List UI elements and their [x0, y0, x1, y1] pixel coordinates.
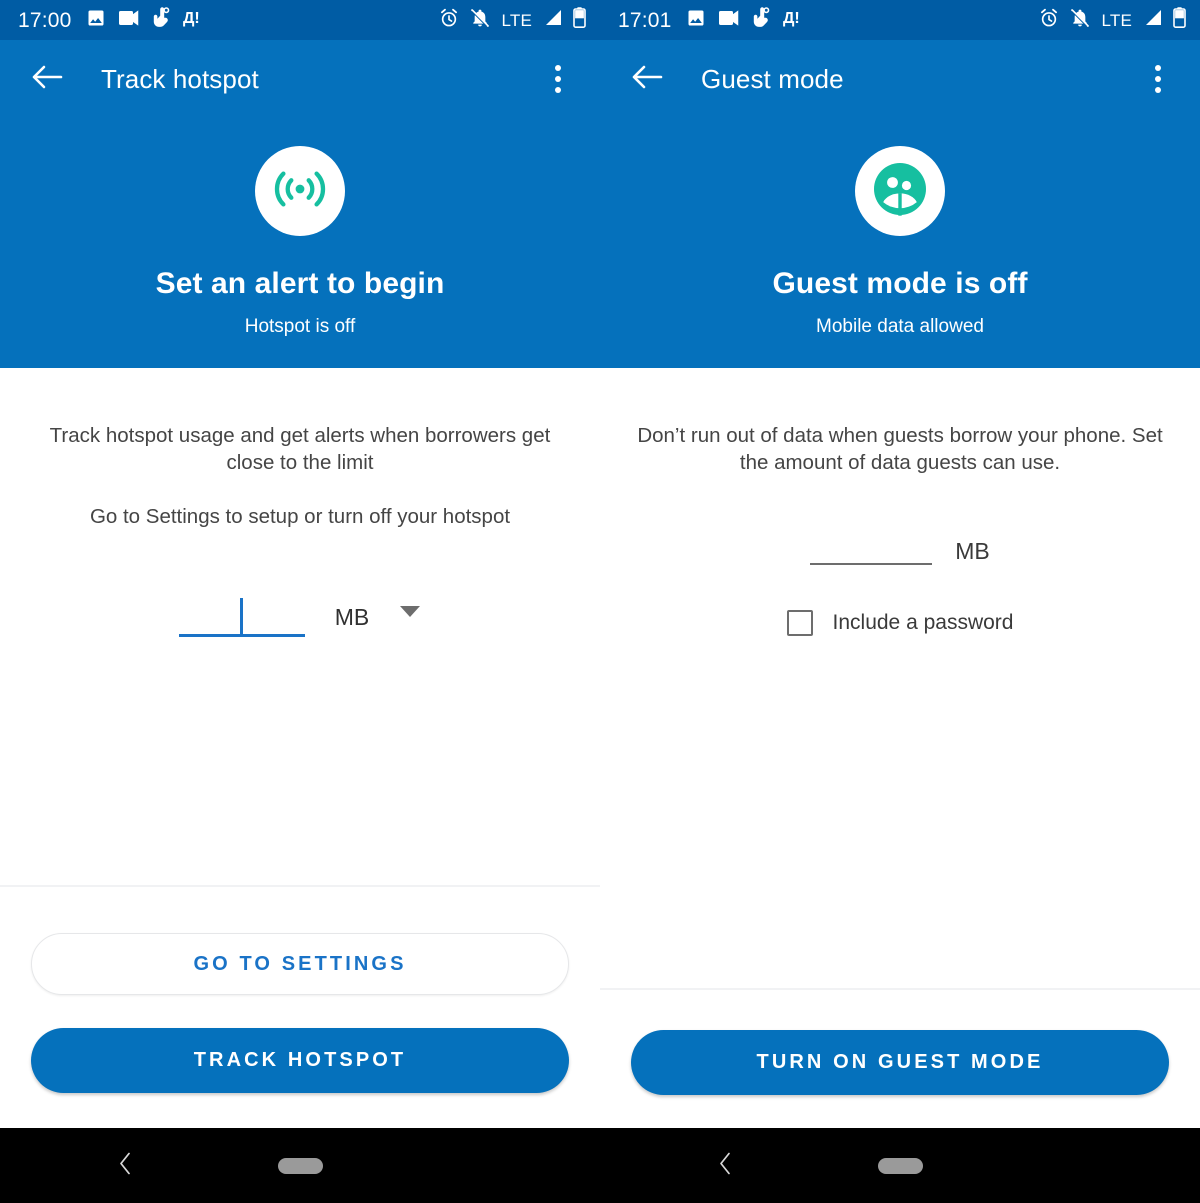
overflow-menu-button[interactable] — [538, 56, 578, 102]
status-right-icons: LTE — [439, 7, 586, 33]
network-type-label: LTE — [501, 10, 532, 30]
include-password-label: Include a password — [832, 611, 1014, 635]
description-secondary: Go to Settings to setup or turn off your… — [89, 504, 511, 528]
status-right-icons: LTE — [1039, 7, 1186, 33]
turn-on-guest-mode-button[interactable]: TURN ON GUEST MODE — [631, 1030, 1169, 1095]
cyrillic-d-alert-icon: Д! — [183, 8, 203, 33]
unit-dropdown-button[interactable] — [399, 605, 421, 637]
status-bar-left: 17:00 Д! LTE — [0, 0, 600, 40]
battery-icon — [1173, 7, 1186, 33]
unit-label: MB — [334, 604, 370, 631]
track-hotspot-screen: 17:00 Д! LTE Track hotspot Set an alert … — [0, 0, 600, 1128]
status-left-icons: Д! — [686, 7, 803, 33]
content-divider-right — [600, 988, 1200, 990]
system-nav-bar — [0, 1128, 1200, 1203]
nav-home-pill[interactable] — [278, 1157, 323, 1174]
more-vert-icon-dot-1 — [555, 65, 561, 71]
nav-home-pill[interactable] — [878, 1157, 923, 1174]
notifications-off-icon — [470, 8, 490, 33]
alarm-icon — [439, 8, 459, 33]
image-icon — [686, 8, 706, 33]
videocam-icon — [118, 9, 140, 31]
include-password-row[interactable]: Include a password — [626, 609, 1174, 636]
unit-label: MB — [955, 537, 990, 564]
alarm-icon — [1039, 8, 1059, 33]
hero-icon-badge — [255, 146, 345, 236]
status-clock: 17:00 — [18, 8, 72, 32]
text-cursor — [239, 598, 243, 635]
back-button[interactable] — [624, 56, 670, 102]
guest-mode-screen: 17:01 Д! LTE Guest mode Guest mode is of… — [600, 0, 1200, 1128]
cyrillic-d-alert-icon: Д! — [783, 8, 803, 33]
data-limit-row: MB — [26, 593, 574, 638]
nav-back-button[interactable] — [718, 1151, 732, 1180]
system-nav-right — [600, 1128, 1200, 1203]
screenshot-root: 17:00 Д! LTE Track hotspot Set an alert … — [0, 0, 1200, 1203]
status-bar-right: 17:01 Д! LTE — [600, 0, 1200, 40]
data-limit-input[interactable] — [810, 533, 933, 565]
signal-icon — [543, 9, 562, 31]
page-title: Guest mode — [701, 63, 844, 94]
back-button[interactable] — [24, 56, 70, 102]
body-right: Don’t run out of data when guests borrow… — [600, 367, 1200, 636]
hero-subtitle: Mobile data allowed — [816, 316, 984, 337]
more-vert-icon-dot-2 — [1155, 76, 1161, 82]
description-primary: Track hotspot usage and get alerts when … — [49, 423, 551, 474]
include-password-checkbox[interactable] — [786, 609, 813, 636]
nav-back-icon — [718, 1152, 732, 1179]
body-left: Track hotspot usage and get alerts when … — [0, 367, 600, 638]
input-underline — [810, 562, 933, 565]
vibrate-hand-icon — [753, 7, 770, 33]
more-vert-icon-dot-1 — [1155, 65, 1161, 71]
hero-subtitle: Hotspot is off — [244, 316, 356, 337]
nav-back-icon — [118, 1152, 132, 1179]
svg-text:Д!: Д! — [783, 10, 800, 27]
more-vert-icon-dot-2 — [555, 76, 561, 82]
hero-title: Guest mode is off — [772, 267, 1028, 300]
description-primary: Don’t run out of data when guests borrow… — [637, 423, 1163, 474]
go-to-settings-button[interactable]: GO TO SETTINGS — [31, 933, 569, 995]
data-limit-row: MB — [626, 533, 1174, 565]
guest-people-icon — [871, 160, 929, 223]
nav-back-button[interactable] — [118, 1151, 132, 1180]
app-bar-right: Guest mode — [600, 40, 1200, 118]
hero-section-right: Guest mode is off Mobile data allowed — [600, 118, 1200, 368]
image-icon — [86, 8, 106, 33]
hero-title: Set an alert to begin — [155, 267, 445, 300]
app-bar-left: Track hotspot — [0, 40, 600, 118]
vibrate-hand-icon — [153, 7, 170, 33]
status-left-icons: Д! — [86, 7, 203, 33]
track-hotspot-button[interactable]: TRACK HOTSPOT — [31, 1028, 569, 1093]
network-type-label: LTE — [1101, 10, 1132, 30]
hero-section-left: Set an alert to begin Hotspot is off — [0, 118, 600, 368]
hero-icon-badge — [855, 146, 945, 236]
more-vert-icon-dot-3 — [555, 87, 561, 93]
status-clock: 17:01 — [618, 8, 672, 32]
chevron-down-icon — [399, 605, 421, 622]
videocam-icon — [718, 9, 740, 31]
back-arrow-icon — [631, 63, 663, 96]
svg-text:Д!: Д! — [183, 10, 200, 27]
signal-icon — [1143, 9, 1162, 31]
back-arrow-icon — [31, 63, 63, 96]
data-limit-input[interactable] — [178, 593, 305, 638]
more-vert-icon-dot-3 — [1155, 87, 1161, 93]
content-divider-left — [0, 885, 600, 887]
battery-icon — [573, 7, 586, 33]
notifications-off-icon — [1070, 8, 1090, 33]
input-underline — [178, 634, 305, 638]
overflow-menu-button[interactable] — [1138, 56, 1178, 102]
hotspot-broadcast-icon — [272, 164, 328, 219]
system-nav-left — [0, 1128, 600, 1203]
page-title: Track hotspot — [101, 63, 259, 94]
